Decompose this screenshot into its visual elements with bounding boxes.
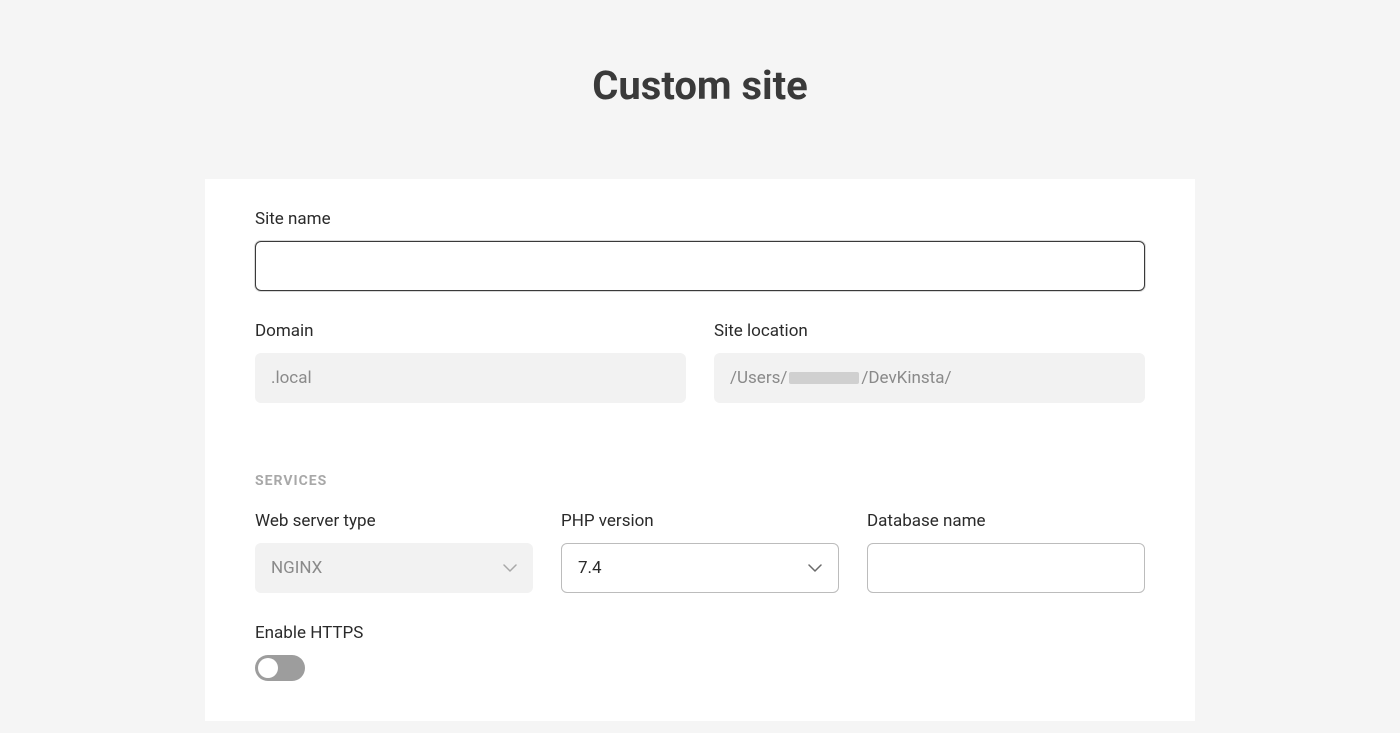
site-location-suffix: /DevKinsta/ [861,368,951,388]
site-name-group: Site name [255,209,1145,291]
chevron-down-icon [503,564,517,572]
web-server-label: Web server type [255,511,533,531]
site-name-input[interactable] [255,241,1145,291]
domain-value: .local [255,353,686,403]
site-location-label: Site location [714,321,1145,341]
database-name-input[interactable] [867,543,1145,593]
https-toggle[interactable] [255,655,305,681]
web-server-value: NGINX [271,558,322,578]
php-version-value: 7.4 [578,558,602,578]
site-location-prefix: /Users/ [730,368,787,388]
database-name-group: Database name [867,511,1145,593]
php-version-select[interactable]: 7.4 [561,543,839,593]
chevron-down-icon [808,564,822,572]
site-name-label: Site name [255,209,1145,229]
domain-label: Domain [255,321,686,341]
web-server-group: Web server type NGINX [255,511,533,593]
php-version-group: PHP version 7.4 [561,511,839,593]
https-group: Enable HTTPS [255,623,1145,681]
web-server-select[interactable]: NGINX [255,543,533,593]
page-title: Custom site [0,0,1400,179]
php-version-label: PHP version [561,511,839,531]
toggle-knob [258,658,278,678]
services-heading: SERVICES [255,473,1145,489]
form-card: Site name Domain .local Site location /U… [205,179,1195,721]
database-name-label: Database name [867,511,1145,531]
redacted-username [789,372,859,384]
site-location-value: /Users/ /DevKinsta/ [714,353,1145,403]
domain-group: Domain .local [255,321,686,403]
https-label: Enable HTTPS [255,623,1145,643]
site-location-group: Site location /Users/ /DevKinsta/ [714,321,1145,403]
